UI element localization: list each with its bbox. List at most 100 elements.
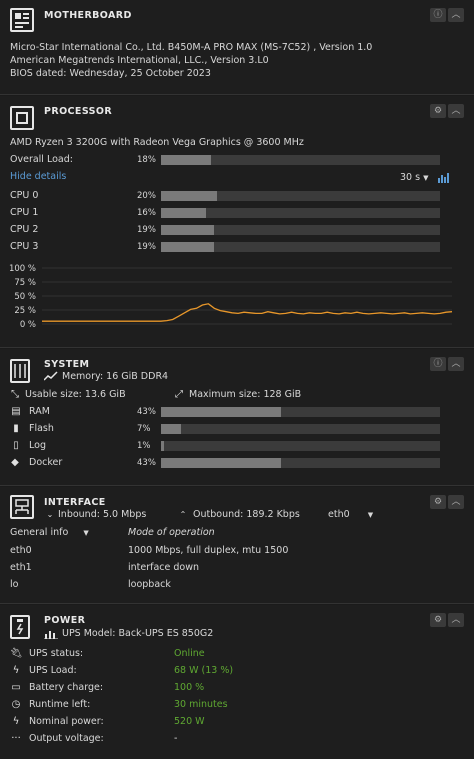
storage-pct: 1% [137, 441, 151, 451]
motherboard-icon [10, 8, 34, 32]
chart-y-tick-label: 0 % [20, 320, 36, 330]
panel-title: INTERFACE [44, 497, 106, 508]
gear-icon[interactable]: ⚙ [430, 104, 446, 118]
interface-name: lo [10, 579, 19, 590]
collapse-chevron-icon[interactable]: ︿ [448, 357, 464, 371]
power-panel: POWER ⚙ ︿ UPS Model: Back-UPS ES 850G2 🔌… [0, 605, 474, 759]
storage-bar [161, 441, 440, 451]
storage-label: Docker [29, 457, 63, 468]
storage-pct: 43% [137, 407, 156, 417]
storage-bar [161, 458, 440, 468]
motherboard-panel: MOTHERBOARD ⓘ ︿ Micro-Star International… [0, 0, 474, 95]
cpu-bar [161, 242, 440, 252]
panel-title: PROCESSOR [44, 106, 113, 117]
interval-select[interactable]: 30 s ▼ [400, 172, 428, 183]
power-label: Output voltage: [29, 733, 104, 744]
storage-label: Flash [29, 423, 54, 434]
power-label: Nominal power: [29, 716, 104, 727]
gear-icon[interactable]: ⚙ [430, 495, 446, 509]
cpu-pct: 19% [137, 242, 156, 252]
battery-icon: ▭ [11, 682, 21, 693]
chart-y-tick-label: 75 % [14, 278, 36, 288]
overall-load-pct: 18% [137, 155, 156, 165]
storage-pct: 7% [137, 424, 151, 434]
cpu-label: CPU 1 [10, 207, 39, 218]
mode-header: Mode of operation [128, 527, 215, 538]
chart-y-tick-label: 25 % [14, 306, 36, 316]
lightning-icon: ϟ [12, 716, 20, 727]
expand-arrows-icon: ⤢ [175, 389, 183, 400]
compress-arrows-icon: ⤡ [11, 389, 19, 400]
bios-date: BIOS dated: Wednesday, 25 October 2023 [10, 68, 211, 79]
general-info-label: General info [10, 527, 69, 538]
dots-icon: ··· [11, 733, 21, 744]
interface-mode: loopback [128, 579, 171, 590]
dropdown-caret-icon: ▼ [423, 174, 429, 182]
memory-icon: ▤ [11, 406, 21, 417]
interface-select[interactable]: eth0 ▼ [328, 509, 373, 520]
dropdown-caret-icon: ▼ [367, 511, 374, 519]
power-value: - [174, 733, 178, 744]
processor-panel: PROCESSOR ⚙ ︿ AMD Ryzen 3 3200G with Rad… [0, 96, 474, 348]
chart-bars-icon [44, 629, 58, 640]
maximum-size: Maximum size: 128 GiB [189, 389, 302, 400]
chart-line-icon [43, 371, 58, 381]
info-icon[interactable]: ⓘ [430, 357, 446, 371]
dropdown-caret-icon: ▼ [83, 529, 89, 537]
power-value: Online [174, 648, 205, 659]
storage-pct: 43% [137, 458, 156, 468]
collapse-chevron-icon[interactable]: ︿ [448, 104, 464, 118]
power-label: UPS status: [29, 648, 84, 659]
chart-y-tick-label: 100 % [9, 264, 36, 274]
memory-info: Memory: 16 GiB DDR4 [62, 371, 169, 382]
collapse-chevron-icon[interactable]: ︿ [448, 8, 464, 22]
gear-icon[interactable]: ⚙ [430, 613, 446, 627]
storage-label: Log [29, 440, 46, 451]
cpu-icon [10, 106, 34, 130]
power-value: 520 W [174, 716, 205, 727]
interface-mode: 1000 Mbps, full duplex, mtu 1500 [128, 545, 289, 556]
collapse-chevron-icon[interactable]: ︿ [448, 613, 464, 627]
general-info-select[interactable]: General info ▼ [10, 527, 89, 538]
chart-series-line [42, 303, 453, 322]
cpu-bar [161, 208, 440, 218]
cpu-bar [161, 225, 440, 235]
plug-icon: 🔌︎ [10, 648, 23, 659]
inbound-arrows-icon: ⌄ [46, 510, 54, 519]
ups-battery-icon [10, 615, 30, 639]
power-value: 68 W (13 %) [174, 665, 234, 676]
cpu-label: CPU 3 [10, 241, 39, 252]
cpu-load-chart: 100 % 75 % 50 % 25 % 0 % [9, 264, 453, 330]
document-icon: ▯ [13, 440, 19, 451]
clock-icon: ◷ [11, 699, 21, 710]
interface-value: eth0 [328, 509, 350, 520]
chart-y-tick-label: 50 % [14, 292, 36, 302]
panel-title: MOTHERBOARD [44, 10, 132, 21]
interface-panel: INTERFACE ⚙ ︿ ⌄ Inbound: 5.0 Mbps ⌃ Outb… [0, 487, 474, 604]
cpu-pct: 16% [137, 208, 156, 218]
chart-toggle-icon[interactable] [437, 172, 451, 183]
outbound-rate: Outbound: 189.2 Kbps [193, 509, 300, 520]
cpu-label: CPU 2 [10, 224, 39, 235]
bios-vendor: American Megatrends International, LLC.,… [10, 55, 269, 66]
power-value: 100 % [174, 682, 205, 693]
collapse-chevron-icon[interactable]: ︿ [448, 495, 464, 509]
storage-bar [161, 407, 440, 417]
power-label: Battery charge: [29, 682, 104, 693]
usable-size: Usable size: 13.6 GiB [25, 389, 126, 400]
ups-model: UPS Model: Back-UPS ES 850G2 [62, 628, 214, 639]
panel-title: SYSTEM [44, 359, 90, 370]
cpu-pct: 20% [137, 191, 156, 201]
info-icon[interactable]: ⓘ [430, 8, 446, 22]
cpu-pct: 19% [137, 225, 156, 235]
memory-chip-icon [10, 359, 30, 383]
interface-name: eth1 [10, 562, 32, 573]
cpu-model: AMD Ryzen 3 3200G with Radeon Vega Graph… [10, 137, 304, 148]
panel-title: POWER [44, 615, 86, 626]
interface-name: eth0 [10, 545, 32, 556]
motherboard-model: Micro-Star International Co., Ltd. B450M… [10, 42, 373, 53]
lightning-icon: ϟ [12, 665, 20, 676]
network-icon [10, 495, 34, 519]
storage-bar [161, 424, 440, 434]
hide-details-link[interactable]: Hide details [10, 171, 66, 182]
